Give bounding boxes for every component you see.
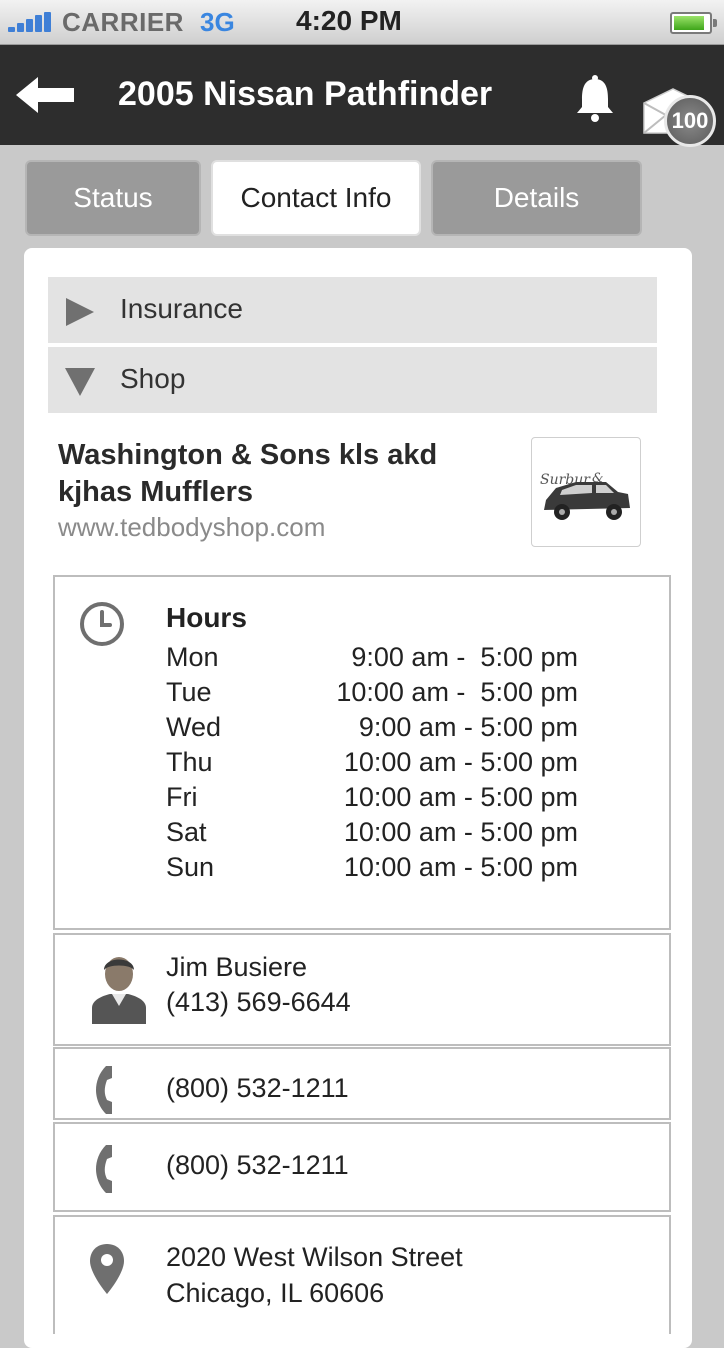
hours-day: Sat [166,817,207,847]
clock-icon [80,602,124,646]
hours-day: Thu [166,747,213,777]
signal-bars-icon [8,12,54,32]
hours-row: Thu 10:00 am - 5:00 pm [166,747,586,782]
hours-row: Mon 9:00 am - 5:00 pm [166,642,586,677]
car-logo-icon: Surbur & [540,471,630,520]
network-type: 3G [200,7,235,37]
section-insurance[interactable]: Insurance [48,277,657,343]
mail-count-badge: 100 [664,95,716,147]
hours-time: 9:00 am - 5:00 pm [351,642,578,672]
hours-day: Wed [166,712,222,742]
phone-number[interactable]: (800) 532-1211 [166,1148,349,1183]
page-title: 2005 Nissan Pathfinder [118,75,493,113]
hours-row: Sat 10:00 am - 5:00 pm [166,817,586,852]
hours-row: Wed 9:00 am - 5:00 pm [166,712,586,747]
shop-logo: Surbur & [531,437,641,547]
expand-down-icon [65,368,95,396]
section-shop[interactable]: Shop [48,347,657,413]
status-time: 4:20 PM [296,5,402,36]
tab-status[interactable]: Status [25,160,201,236]
tab-details[interactable]: Details [431,160,642,236]
carrier-name: CARRIER [62,7,184,37]
hours-row: Fri 10:00 am - 5:00 pm [166,782,586,817]
hours-time: 10:00 am - 5:00 pm [336,677,578,707]
battery-icon [670,12,717,34]
hours-time: 10:00 am - 5:00 pm [343,782,578,812]
section-insurance-label: Insurance [120,293,243,324]
tab-contact-info-label: Contact Info [240,182,392,213]
person-icon [92,957,146,1024]
hours-day: Sun [166,852,215,882]
tab-status-label: Status [73,182,153,213]
back-arrow-icon[interactable] [14,75,76,115]
hours-title: Hours [166,602,247,633]
section-shop-label: Shop [120,363,186,394]
phone-row[interactable] [53,1047,671,1120]
hours-time: 10:00 am - 5:00 pm [343,852,578,882]
shop-name: Washington & Sons kls akd kjhas Mufflers [58,437,498,511]
hours-row: Sun 10:00 am - 5:00 pm [166,852,586,887]
phone-row[interactable] [53,1122,671,1212]
tab-details-label: Details [493,182,580,213]
hours-time: 10:00 am - 5:00 pm [343,817,578,847]
status-bar: CARRIER 3G 4:20 PM [0,0,724,45]
bell-icon[interactable] [574,73,616,123]
phone-icon [96,1145,112,1193]
map-pin-icon [90,1244,124,1294]
contact-name: Jim Busiere [166,952,308,982]
hours-time: 10:00 am - 5:00 pm [343,747,578,777]
hours-time: 9:00 am - 5:00 pm [358,712,578,742]
hours-day: Fri [166,782,198,812]
tab-contact-info[interactable]: Contact Info [211,160,421,236]
shop-name-line1: Washington & Sons kls akd [58,439,438,471]
expand-right-icon [66,298,94,326]
address-line1: 2020 West Wilson Street [166,1242,463,1272]
shop-website-link[interactable]: www.tedbodyshop.com [58,512,325,543]
address-line2: Chicago, IL 60606 [166,1278,385,1308]
phone-number[interactable]: (800) 532-1211 [166,1071,349,1106]
nav-bar: 2005 Nissan Pathfinder 100 [0,45,724,147]
phone-icon [96,1066,112,1114]
hours-day: Mon [166,642,219,672]
shop-name-line2: kjhas Mufflers [58,476,253,508]
hours-day: Tue [166,677,212,707]
hours-row: Tue 10:00 am - 5:00 pm [166,677,586,712]
contact-phone[interactable]: (413) 569-6644 [166,985,351,1020]
